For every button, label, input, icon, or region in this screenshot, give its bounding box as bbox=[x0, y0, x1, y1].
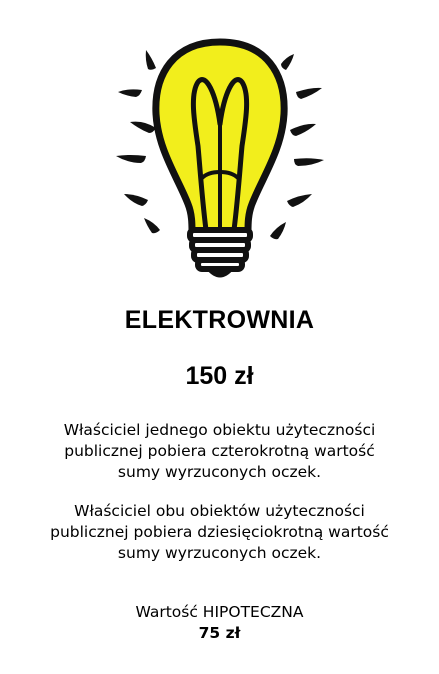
rent-rule-one-utility: Właściciel jednego obiektu użyteczności … bbox=[63, 421, 376, 481]
rent-rule-both-utilities: Właściciel obu obiektów użyteczności pub… bbox=[50, 502, 389, 562]
light-bulb-icon bbox=[110, 28, 330, 288]
mortgage-label: Wartość HIPOTECZNA bbox=[135, 603, 304, 621]
mortgage-value: 75 zł bbox=[198, 624, 241, 642]
card-price: 150 zł bbox=[185, 362, 254, 390]
property-card: ELEKTROWNIA 150 zł Właściciel jednego ob… bbox=[0, 0, 439, 674]
card-title: ELEKTROWNIA bbox=[124, 306, 315, 334]
